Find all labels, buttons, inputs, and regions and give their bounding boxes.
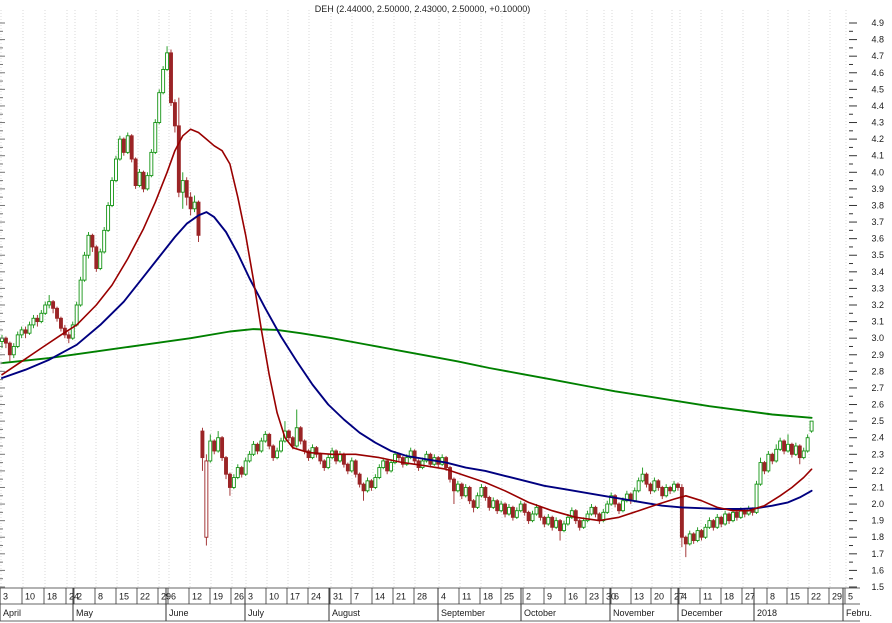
svg-text:4.3: 4.3 [871,118,884,128]
svg-text:18: 18 [47,592,57,602]
svg-text:3.6: 3.6 [871,234,884,244]
svg-text:4.6: 4.6 [871,68,884,78]
svg-text:2.5: 2.5 [871,416,884,426]
svg-text:2.9: 2.9 [871,350,884,360]
svg-text:3.8: 3.8 [871,200,884,210]
svg-text:2.8: 2.8 [871,366,884,376]
x-axis: 3101824281522296121926310172431714212841… [0,587,872,622]
svg-text:3.3: 3.3 [871,283,884,293]
svg-text:5: 5 [848,592,853,602]
svg-text:12: 12 [192,592,202,602]
svg-text:21: 21 [396,592,406,602]
svg-text:7: 7 [354,592,359,602]
svg-text:2.7: 2.7 [871,383,884,393]
svg-text:October: October [524,608,556,618]
svg-text:29: 29 [832,592,842,602]
svg-text:3.7: 3.7 [871,217,884,227]
svg-text:1.8: 1.8 [871,532,884,542]
svg-text:28: 28 [417,592,427,602]
svg-text:April: April [3,608,21,618]
svg-text:3: 3 [248,592,253,602]
svg-text:June: June [169,608,189,618]
svg-text:18: 18 [724,592,734,602]
svg-text:1.7: 1.7 [871,549,884,559]
svg-text:4: 4 [682,592,687,602]
svg-text:14: 14 [375,592,385,602]
svg-text:July: July [248,608,265,618]
svg-text:13: 13 [634,592,644,602]
svg-text:17: 17 [290,592,300,602]
svg-text:3.1: 3.1 [871,317,884,327]
candlesticks [0,46,814,558]
price-chart: 1.5 1.6 1.7 1.8 1.9 2.0 2.1 2.2 2.3 2.4 2.5 2.6 2.7 2… [0,10,884,622]
svg-text:3.5: 3.5 [871,250,884,260]
svg-text:18: 18 [483,592,493,602]
svg-text:15: 15 [119,592,129,602]
svg-text:1.9: 1.9 [871,516,884,526]
svg-text:3.9: 3.9 [871,184,884,194]
svg-text:2.4: 2.4 [871,433,884,443]
svg-text:9: 9 [547,592,552,602]
svg-text:16: 16 [568,592,578,602]
svg-text:December: December [681,608,723,618]
svg-text:11: 11 [703,592,712,602]
svg-text:15: 15 [790,592,800,602]
svg-text:2.3: 2.3 [871,449,884,459]
svg-text:4.5: 4.5 [871,84,884,94]
svg-text:2.1: 2.1 [871,482,884,492]
svg-text:26: 26 [234,592,244,602]
svg-text:Febru.: Febru. [846,608,872,618]
svg-text:3: 3 [3,592,8,602]
svg-text:22: 22 [140,592,150,602]
ma-slow-green [1,328,813,419]
svg-text:4.9: 4.9 [871,18,884,28]
svg-text:4.8: 4.8 [871,35,884,45]
svg-text:November: November [613,608,655,618]
svg-text:August: August [332,608,361,618]
svg-text:8: 8 [770,592,775,602]
svg-text:25: 25 [504,592,514,602]
svg-text:4.1: 4.1 [871,151,884,161]
svg-text:2.6: 2.6 [871,400,884,410]
svg-text:20: 20 [654,592,664,602]
svg-text:2.0: 2.0 [871,499,884,509]
svg-text:2.2: 2.2 [871,466,884,476]
svg-text:10: 10 [25,592,35,602]
svg-text:2018: 2018 [757,608,777,618]
gridlines [0,10,847,588]
svg-text:6: 6 [171,592,176,602]
svg-text:4.4: 4.4 [871,101,884,111]
svg-text:3.2: 3.2 [871,300,884,310]
svg-text:8: 8 [98,592,103,602]
svg-text:2: 2 [526,592,531,602]
svg-text:3.4: 3.4 [871,267,884,277]
svg-text:4.0: 4.0 [871,167,884,177]
svg-text:23: 23 [589,592,599,602]
svg-text:22: 22 [811,592,821,602]
svg-text:4: 4 [441,592,446,602]
metastock-chart-window: DEH (2.44000, 2.50000, 2.43000, 2.50000,… [0,0,892,623]
svg-text:1.6: 1.6 [871,565,884,575]
svg-text:3.0: 3.0 [871,333,884,343]
svg-text:4.2: 4.2 [871,134,884,144]
svg-text:24: 24 [311,592,321,602]
svg-text:1.5: 1.5 [871,582,884,592]
svg-text:11: 11 [462,592,471,602]
svg-text:September: September [441,608,485,618]
y-axis: 1.5 1.6 1.7 1.8 1.9 2.0 2.1 2.2 2.3 2.4 2.5 2.6 2.7 2… [0,18,884,592]
svg-text:10: 10 [269,592,279,602]
svg-text:4.7: 4.7 [871,51,884,61]
svg-text:19: 19 [213,592,223,602]
svg-text:6: 6 [614,592,619,602]
svg-text:31: 31 [333,592,343,602]
svg-text:May: May [76,608,94,618]
svg-text:2: 2 [77,592,82,602]
